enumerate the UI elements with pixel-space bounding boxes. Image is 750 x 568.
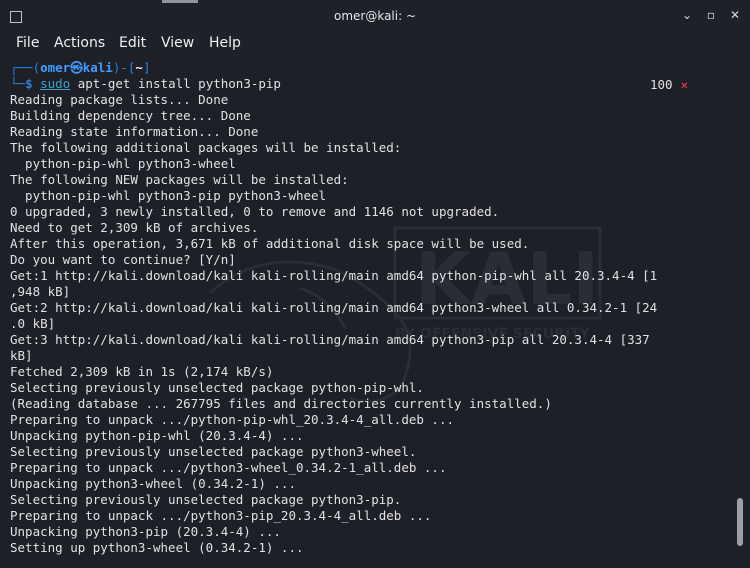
output-line: Reading state information... Done xyxy=(10,124,259,139)
status-value: 100 xyxy=(650,77,673,92)
output-line: python-pip-whl python3-wheel xyxy=(10,156,236,171)
title-tab-indicator xyxy=(162,0,198,3)
prompt-prefix: ┌──( xyxy=(10,60,41,75)
menu-bar: File Actions Edit View Help xyxy=(0,33,750,57)
prompt-dollar: $ xyxy=(25,76,33,91)
output-line: Fetched 2,309 kB in 1s (2,174 kB/s) xyxy=(10,364,274,379)
output-line: python-pip-whl python3-pip python3-wheel xyxy=(10,188,327,203)
prompt-sep: )-[ xyxy=(112,60,136,75)
output-line: The following additional packages will b… xyxy=(10,140,402,155)
menu-help[interactable]: Help xyxy=(209,35,241,51)
output-line: Need to get 2,309 kB of archives. xyxy=(10,220,259,235)
output-line: Selecting previously unselected package … xyxy=(10,380,424,395)
command-line: └─$ sudo apt-get install python3-pip xyxy=(10,76,657,92)
output-line: Reading package lists... Done xyxy=(10,92,229,107)
output-line: Get:1 http://kali.download/kali kali-rol… xyxy=(10,268,658,283)
prompt-corner: └─ xyxy=(10,76,26,91)
prompt-host: kali xyxy=(82,60,113,75)
command-text: apt-get install python3-pip xyxy=(70,76,281,91)
output-line: 0 upgraded, 3 newly installed, 0 to remo… xyxy=(10,204,500,219)
window-title: omer@kali: ~ xyxy=(333,9,417,23)
output-line: The following NEW packages will be insta… xyxy=(10,172,349,187)
menu-view[interactable]: View xyxy=(161,35,194,51)
output-line: Building dependency tree... Done xyxy=(10,108,251,123)
menu-edit[interactable]: Edit xyxy=(119,35,146,51)
prompt-at: ㉿ xyxy=(70,60,83,75)
output-line: .0 kB] xyxy=(10,316,56,331)
minimize-icon[interactable]: ⌄ xyxy=(680,8,694,22)
output-line: Unpacking python3-pip (20.3.4-4) ... xyxy=(10,524,281,539)
error-icon: ✕ xyxy=(680,77,689,92)
close-icon[interactable]: ✕ xyxy=(728,8,742,22)
prompt-line: ┌──(omer㉿kali)-[~] xyxy=(10,60,657,76)
output-line: kB] xyxy=(10,348,33,363)
output-line: Preparing to unpack .../python3-wheel_0.… xyxy=(10,460,447,475)
output-line: ,948 kB] xyxy=(10,284,71,299)
prompt-user: omer xyxy=(40,60,71,75)
terminal-lines: ┌──(omer㉿kali)-[~] └─$ sudo apt-get inst… xyxy=(10,60,657,556)
output-line: Do you want to continue? [Y/n] xyxy=(10,252,236,267)
prompt-suffix: ] xyxy=(142,60,151,75)
maximize-icon[interactable]: ▫ xyxy=(704,8,718,22)
menu-actions[interactable]: Actions xyxy=(54,35,105,51)
title-bar: omer@kali: ~ ⌄ ▫ ✕ xyxy=(0,0,750,33)
command-sudo: sudo xyxy=(40,76,71,91)
terminal-window: omer@kali: ~ ⌄ ▫ ✕ File Actions Edit Vie… xyxy=(0,0,750,568)
output-line: Selecting previously unselected package … xyxy=(10,444,417,459)
output-line: Selecting previously unselected package … xyxy=(10,492,402,507)
output-line: Get:2 http://kali.download/kali kali-rol… xyxy=(10,300,658,315)
output-line: Preparing to unpack .../python-pip-whl_2… xyxy=(10,412,455,427)
output-line: (Reading database ... 267795 files and d… xyxy=(10,396,552,411)
terminal-output[interactable]: KALI BY OFFENSIVE SECURITY ┌──(omer㉿kali… xyxy=(0,58,750,568)
output-line: Setting up python3-wheel (0.34.2-1) ... xyxy=(10,540,304,555)
output-line: Unpacking python-pip-whl (20.3.4-4) ... xyxy=(10,428,304,443)
output-line: Unpacking python3-wheel (0.34.2-1) ... xyxy=(10,476,296,491)
command-status: 100 ✕ xyxy=(650,77,688,93)
prompt-dir: ~ xyxy=(135,60,143,75)
menu-file[interactable]: File xyxy=(16,35,39,51)
output-line: Get:3 http://kali.download/kali kali-rol… xyxy=(10,332,650,347)
output-line: After this operation, 3,671 kB of additi… xyxy=(10,236,530,251)
scrollbar-thumb[interactable] xyxy=(737,498,743,546)
output-line: Preparing to unpack .../python3-pip_20.3… xyxy=(10,508,432,523)
